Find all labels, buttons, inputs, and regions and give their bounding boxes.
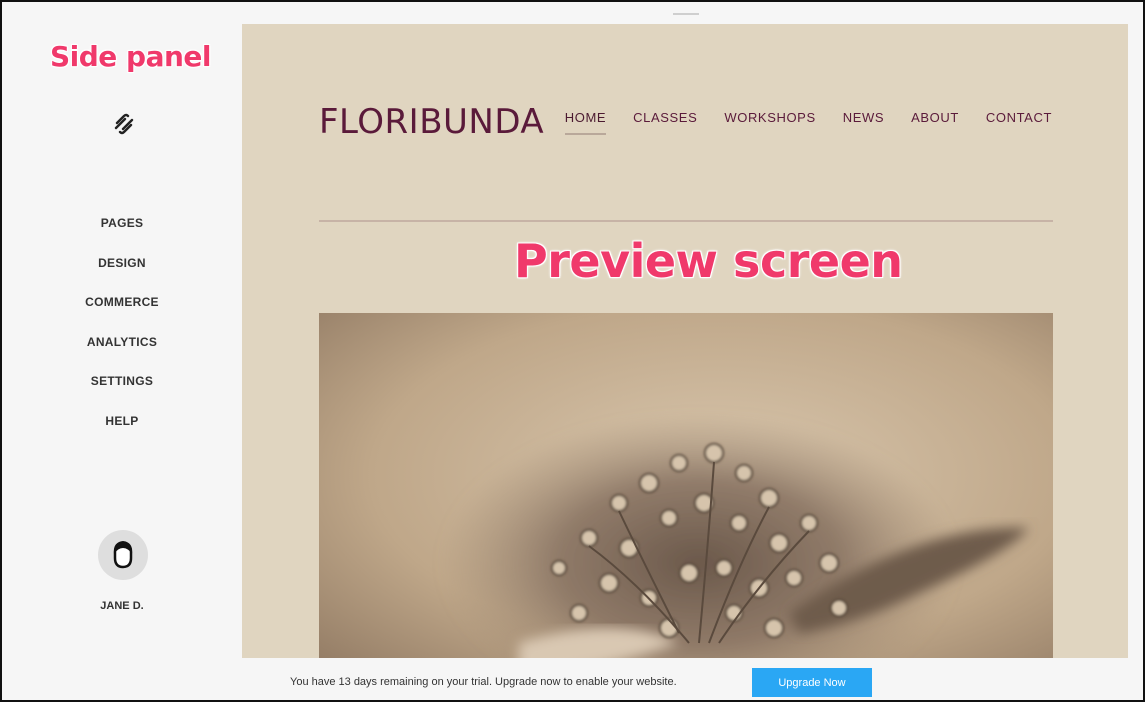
trial-message: You have 13 days remaining on your trial…	[290, 676, 677, 688]
squarespace-logo-icon[interactable]	[112, 112, 136, 136]
hero-image[interactable]	[319, 313, 1053, 658]
site-nav-contact[interactable]: CONTACT	[986, 110, 1052, 135]
site-nav-about[interactable]: ABOUT	[911, 110, 959, 135]
flower-photo	[319, 313, 1053, 658]
trial-bar: You have 13 days remaining on your trial…	[242, 660, 1128, 700]
side-nav-help[interactable]: HELP	[2, 412, 242, 452]
user-avatar[interactable]	[98, 530, 148, 580]
header-divider	[319, 220, 1053, 222]
preview-screen-annotation: Preview screen	[514, 234, 903, 288]
site-nav: HOME CLASSES WORKSHOPS NEWS ABOUT CONTAC…	[564, 110, 1052, 135]
preview-screen: FLORIBUNDA HOME CLASSES WORKSHOPS NEWS A…	[242, 24, 1128, 658]
user-avatar-icon	[113, 541, 133, 569]
side-nav-design[interactable]: DESIGN	[2, 254, 242, 294]
side-nav-commerce[interactable]: COMMERCE	[2, 293, 242, 333]
side-panel: Side panel PAGES DESIGN COMMERCE ANALYTI…	[2, 2, 242, 700]
site-nav-news[interactable]: NEWS	[843, 110, 884, 135]
side-nav-analytics[interactable]: ANALYTICS	[2, 333, 242, 373]
side-panel-annotation: Side panel	[50, 40, 212, 73]
site-nav-classes[interactable]: CLASSES	[633, 110, 697, 135]
user-name[interactable]: JANE D.	[2, 600, 242, 612]
side-nav-pages[interactable]: PAGES	[2, 214, 242, 254]
side-nav: PAGES DESIGN COMMERCE ANALYTICS SETTINGS…	[2, 214, 242, 451]
site-nav-workshops[interactable]: WORKSHOPS	[724, 110, 815, 135]
drag-handle[interactable]	[673, 13, 699, 15]
site-nav-home[interactable]: HOME	[564, 110, 607, 135]
upgrade-now-button[interactable]: Upgrade Now	[752, 668, 872, 697]
site-title[interactable]: FLORIBUNDA	[319, 102, 544, 142]
side-nav-settings[interactable]: SETTINGS	[2, 372, 242, 412]
editor-window: Side panel PAGES DESIGN COMMERCE ANALYTI…	[0, 0, 1145, 702]
